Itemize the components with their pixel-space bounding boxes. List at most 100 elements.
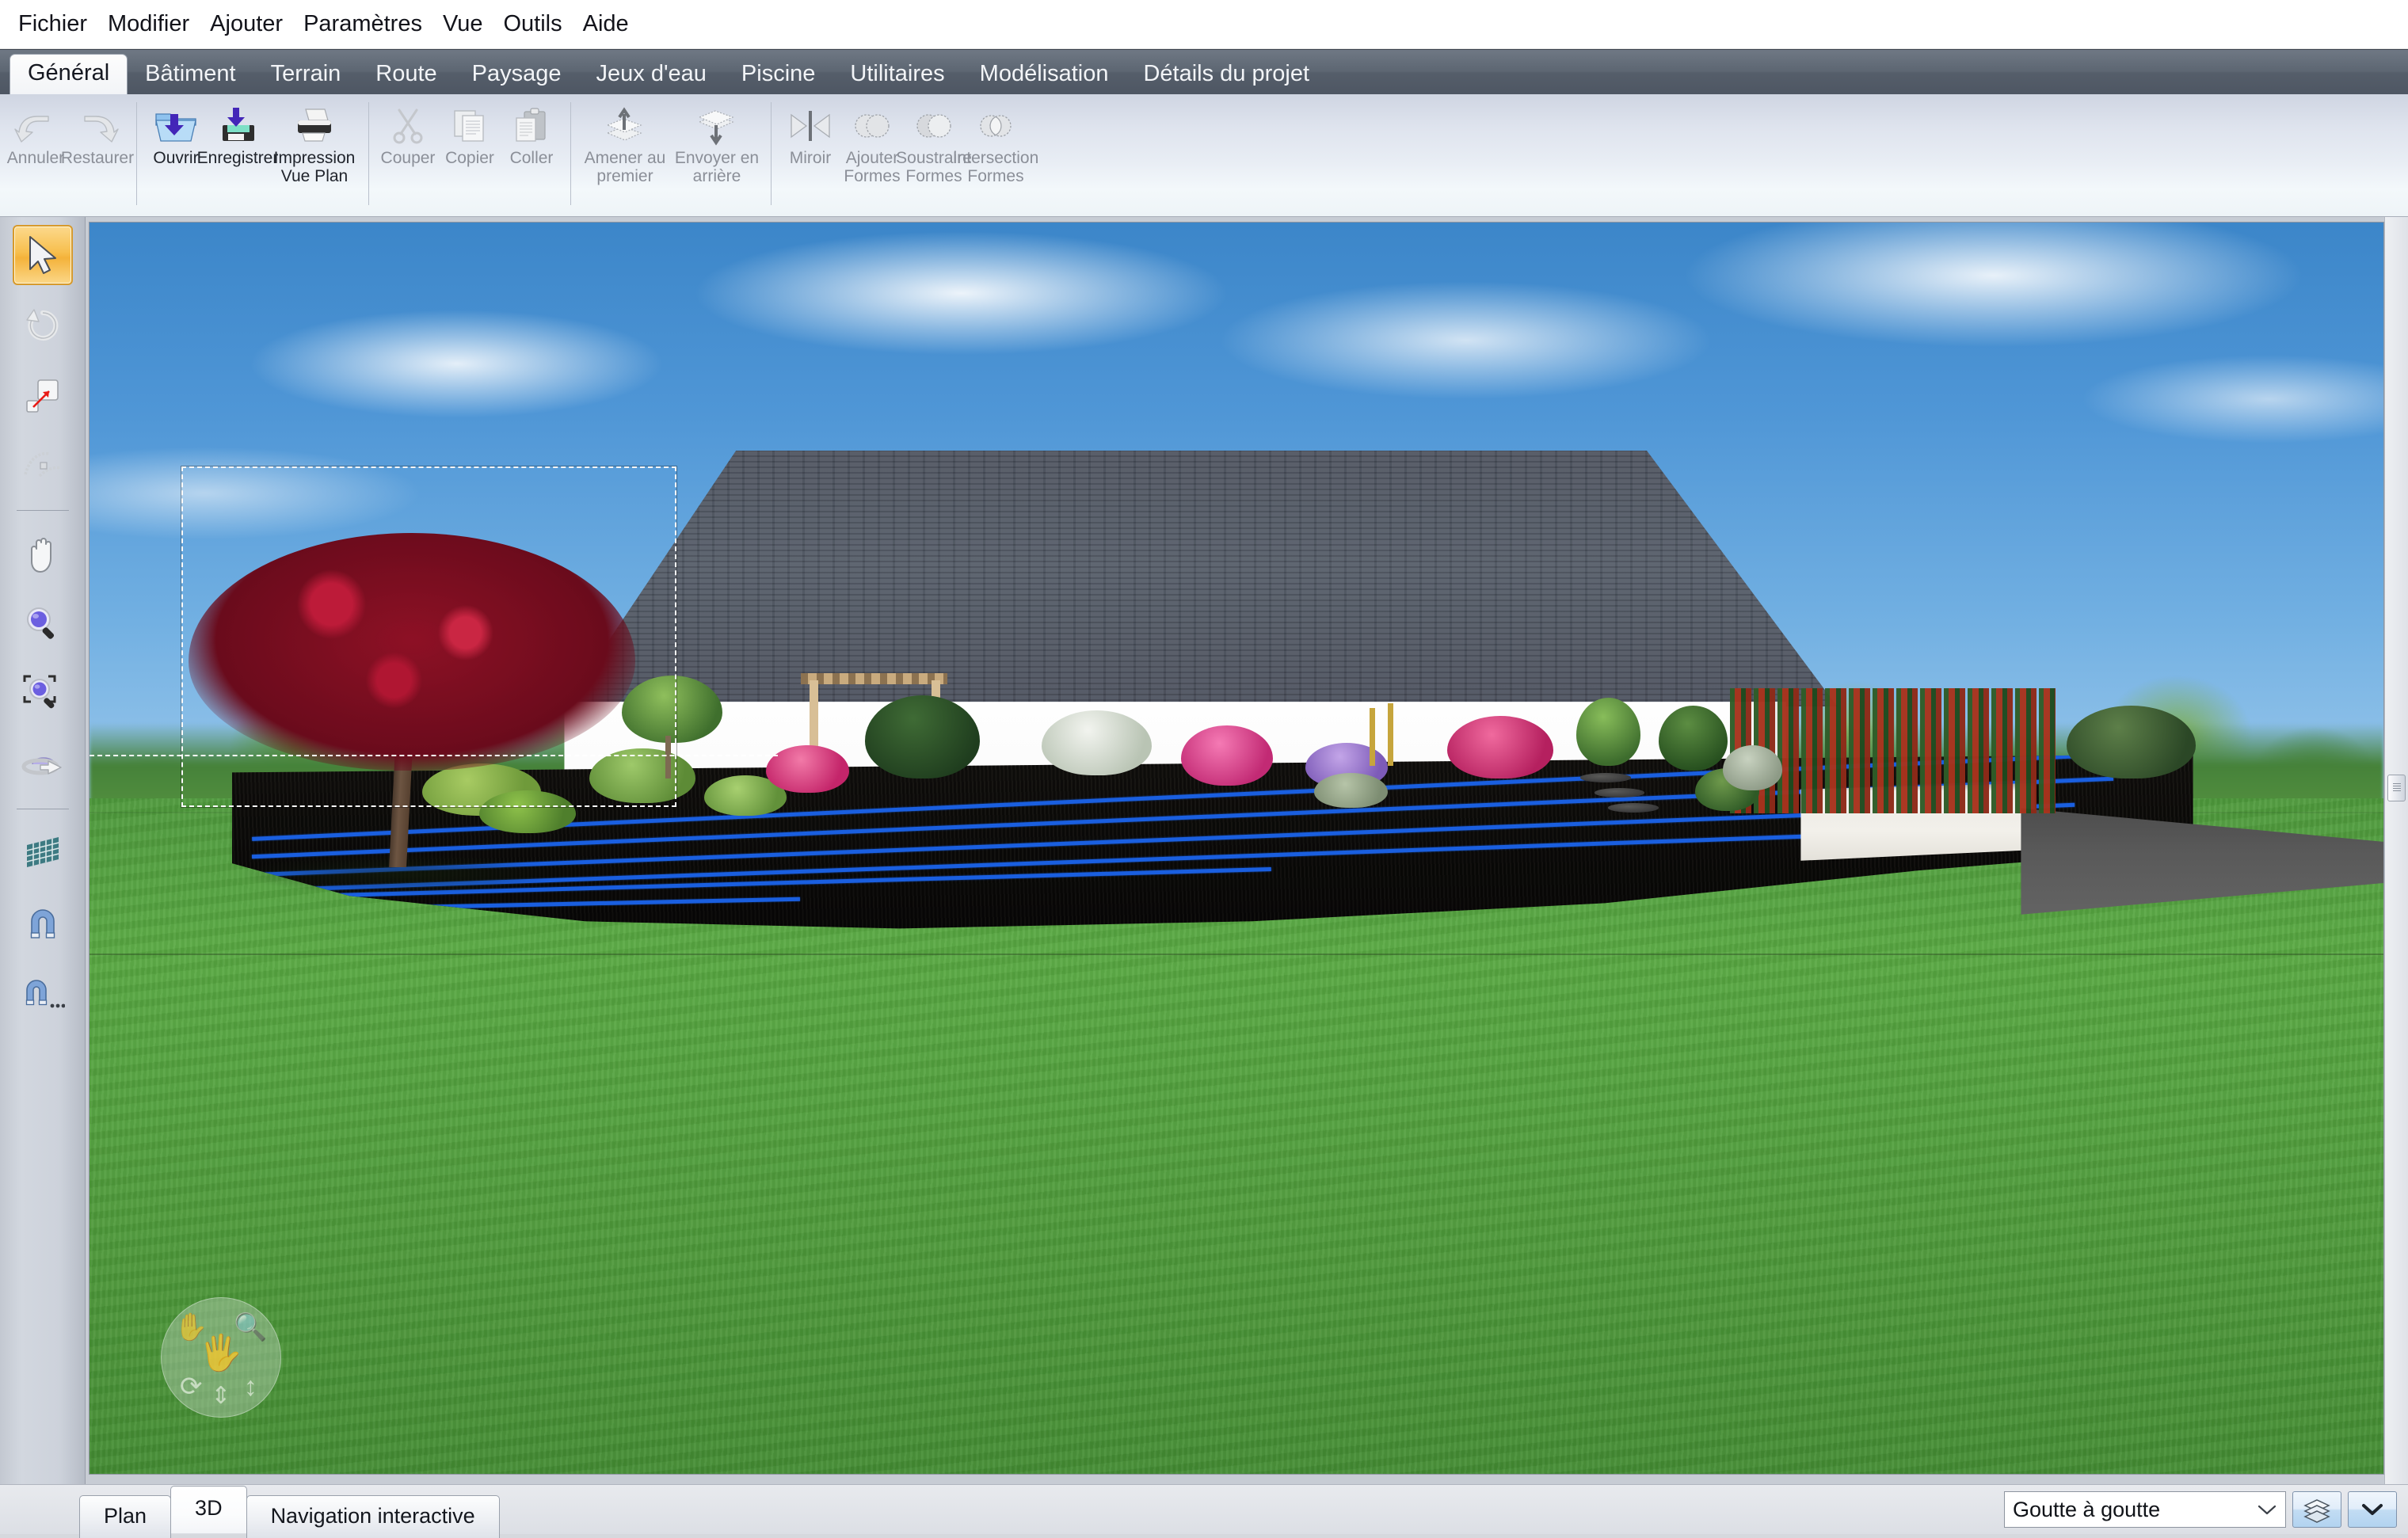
tab-paysage[interactable]: Paysage [455, 56, 579, 94]
mirror-button[interactable]: Miroir [779, 101, 841, 168]
tab-piscine[interactable]: Piscine [724, 56, 833, 94]
undo-button[interactable]: Annuler [5, 101, 67, 168]
bring-to-front-button[interactable]: Amener au premier [579, 101, 671, 185]
union-shapes-button[interactable]: Ajouter Formes [841, 101, 903, 185]
undo-label: Annuler [6, 149, 65, 167]
paste-button[interactable]: Coller [501, 101, 562, 168]
snap-tool[interactable] [13, 893, 73, 953]
scissors-icon [387, 104, 429, 148]
plant-shrub [1722, 745, 1783, 791]
menu-vue[interactable]: Vue [432, 10, 493, 39]
walk-arrow-icon[interactable]: ↕ [244, 1373, 257, 1400]
copy-button[interactable]: Copier [439, 101, 501, 168]
intersect-shapes-icon [973, 104, 1018, 148]
tab-general[interactable]: Général [10, 54, 128, 95]
grid-tool[interactable] [13, 822, 73, 882]
save-floppy-icon [215, 104, 261, 148]
redo-icon [75, 104, 120, 148]
orbit-tool[interactable] [13, 735, 73, 795]
paste-label: Coller [509, 149, 554, 167]
print-plan-view-button[interactable]: Impression Vue Plan [269, 101, 360, 185]
layers-button[interactable] [2292, 1491, 2341, 1528]
zoom-tool[interactable] [13, 594, 73, 654]
ribbon-group-history: Annuler Restaurer [0, 94, 134, 216]
redo-button[interactable]: Restaurer [61, 101, 134, 168]
tab-terrain[interactable]: Terrain [253, 56, 359, 94]
select-arrow-tool[interactable] [12, 225, 73, 285]
magnifier-icon [23, 604, 63, 644]
grid-icon [21, 835, 64, 870]
stepping-stone [1594, 788, 1645, 798]
menu-parametres[interactable]: Paramètres [293, 10, 432, 39]
pan-tool[interactable] [13, 523, 73, 584]
hand-icon [24, 533, 62, 574]
menu-ajouter[interactable]: Ajouter [200, 10, 293, 39]
copy-label: Copier [445, 149, 494, 167]
cursor-arrow-icon [25, 234, 61, 276]
plant-flowering [766, 745, 849, 794]
undo-icon [13, 104, 58, 148]
ribbon-divider [570, 102, 571, 205]
menu-bar: Fichier Modifier Ajouter Paramètres Vue … [0, 0, 2408, 49]
layer-select[interactable]: Goutte à goutte [2004, 1491, 2286, 1528]
tab-batiment[interactable]: Bâtiment [128, 56, 253, 94]
tab-details-projet[interactable]: Détails du projet [1126, 56, 1327, 94]
view-tab-group: Plan 3D Navigation interactive [79, 1485, 500, 1538]
center-hand-icon[interactable]: 🖐 [199, 1332, 242, 1373]
view-tab-3d[interactable]: 3D [170, 1486, 247, 1533]
printer-icon [291, 104, 337, 148]
scrollbar-thumb[interactable] [2387, 775, 2406, 801]
clipboard-paste-icon [510, 104, 553, 148]
ribbon-group-clipboard: Couper Copier Coller [372, 94, 567, 216]
rotate-arrow-icon [23, 306, 63, 345]
bring-to-front-label: Amener au premier [584, 149, 666, 185]
menu-aide[interactable]: Aide [573, 10, 639, 39]
plant-evergreen [864, 695, 980, 779]
magnet-icon [24, 904, 62, 942]
cut-button[interactable]: Couper [377, 101, 439, 168]
tab-route[interactable]: Route [358, 56, 454, 94]
orbit-icon[interactable]: ⟳ [180, 1373, 203, 1400]
tab-modelisation[interactable]: Modélisation [962, 56, 1126, 94]
chevron-down-icon [2257, 1503, 2277, 1516]
plant-columnar [1575, 698, 1640, 766]
menu-outils[interactable]: Outils [493, 10, 572, 39]
tab-utilitaires[interactable]: Utilitaires [833, 56, 962, 94]
view-tab-navigation-interactive[interactable]: Navigation interactive [246, 1495, 500, 1538]
copy-pages-icon [448, 104, 491, 148]
send-to-back-button[interactable]: Envoyer en arrière [671, 101, 763, 185]
orbit-icon [21, 747, 64, 783]
down-arrow-icon[interactable]: ⇕ [211, 1382, 231, 1410]
plant-trunk [665, 735, 672, 779]
view-tab-plan[interactable]: Plan [79, 1495, 172, 1538]
intersect-shapes-button[interactable]: Intersection Formes [953, 101, 1038, 185]
navigation-wheel[interactable]: ✋ 🔍 ⟳ ↕ 🖐 ⇕ [160, 1296, 281, 1418]
layers-stack-icon [2302, 1496, 2332, 1523]
rotate-tool[interactable] [13, 295, 73, 356]
stepping-stone [1580, 773, 1632, 783]
menu-fichier[interactable]: Fichier [8, 10, 97, 39]
plant-shrub [589, 748, 695, 804]
bamboo-stalk [1388, 702, 1394, 766]
viewport-vertical-scrollbar[interactable] [2384, 217, 2408, 1484]
save-button[interactable]: Enregistrer [197, 101, 278, 168]
zoom-window-tool[interactable] [13, 664, 73, 725]
plant-shrub [2067, 705, 2196, 779]
3d-viewport[interactable]: ✋ 🔍 ⟳ ↕ 🖐 ⇕ [89, 222, 2384, 1475]
resize-tool[interactable] [13, 366, 73, 426]
pergola-beam [800, 672, 948, 685]
curve-tool[interactable] [13, 436, 73, 497]
snap-options-tool[interactable] [13, 963, 73, 1023]
ribbon-divider [368, 102, 369, 205]
pergola-post [810, 680, 819, 751]
curve-edit-icon [22, 447, 63, 485]
plant-flowering [1447, 715, 1553, 779]
more-options-button[interactable] [2348, 1491, 2397, 1528]
magnet-options-icon [21, 974, 65, 1012]
ribbon-tab-bar: Général Bâtiment Terrain Route Paysage J… [0, 49, 2408, 95]
tab-jeux-deau[interactable]: Jeux d'eau [579, 56, 724, 94]
viewport-container: ✋ 🔍 ⟳ ↕ 🖐 ⇕ [86, 217, 2384, 1484]
print-plan-view-label: Impression Vue Plan [273, 149, 356, 185]
menu-modifier[interactable]: Modifier [97, 10, 200, 39]
mirror-label: Miroir [789, 149, 832, 167]
